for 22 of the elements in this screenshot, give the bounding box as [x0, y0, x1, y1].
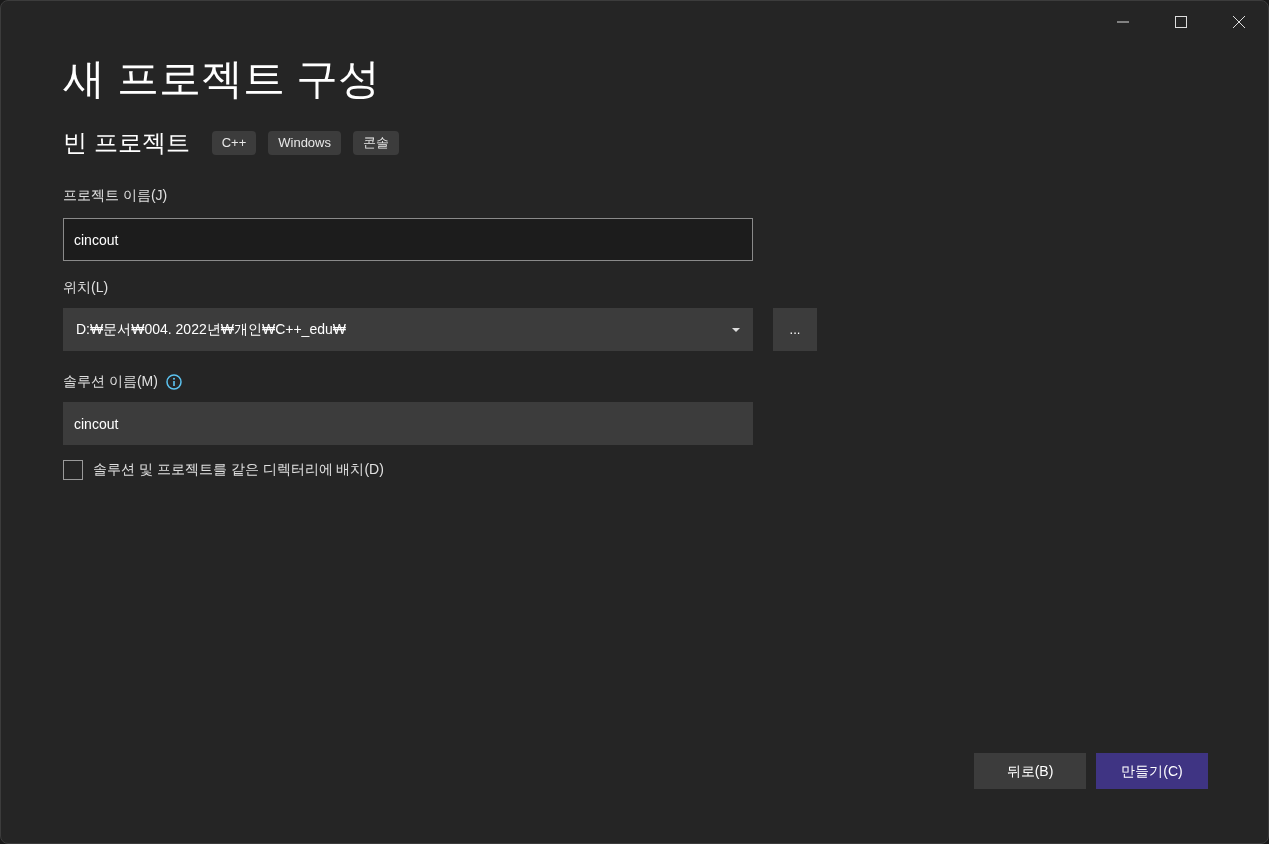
checkbox-label: 솔루션 및 프로젝트를 같은 디렉터리에 배치(D) — [93, 460, 384, 479]
back-button[interactable]: 뒤로(B) — [974, 753, 1086, 789]
browse-button[interactable]: ... — [773, 308, 817, 351]
location-value: D:₩문서₩004. 2022년₩개인₩C++_edu₩ — [76, 320, 346, 339]
tag: C++ — [211, 131, 257, 155]
tag: Windows — [268, 131, 341, 155]
create-button[interactable]: 만들기(C) — [1096, 753, 1208, 789]
template-name: 빈 프로젝트 — [63, 128, 190, 158]
field-label: 솔루션 이름(M) — [63, 372, 158, 391]
field-label: 프로젝트 이름(J) — [63, 186, 169, 205]
checkbox[interactable] — [63, 459, 83, 480]
dropdown-caret-icon — [732, 327, 740, 332]
project-name-field[interactable]: cincout — [63, 218, 753, 261]
field-label: 위치(L) — [63, 278, 110, 297]
dialog-title: 새 프로젝트 구성 — [63, 54, 382, 104]
info-icon[interactable] — [165, 373, 182, 390]
tag: 콘솔 — [353, 131, 399, 155]
minimize-icon — [1117, 21, 1129, 23]
close-icon — [1233, 16, 1245, 28]
maximize-icon — [1175, 16, 1187, 28]
solution-name-field[interactable]: cincout — [63, 402, 753, 445]
location-dropdown[interactable]: D:₩문서₩004. 2022년₩개인₩C++_edu₩ — [63, 308, 753, 351]
